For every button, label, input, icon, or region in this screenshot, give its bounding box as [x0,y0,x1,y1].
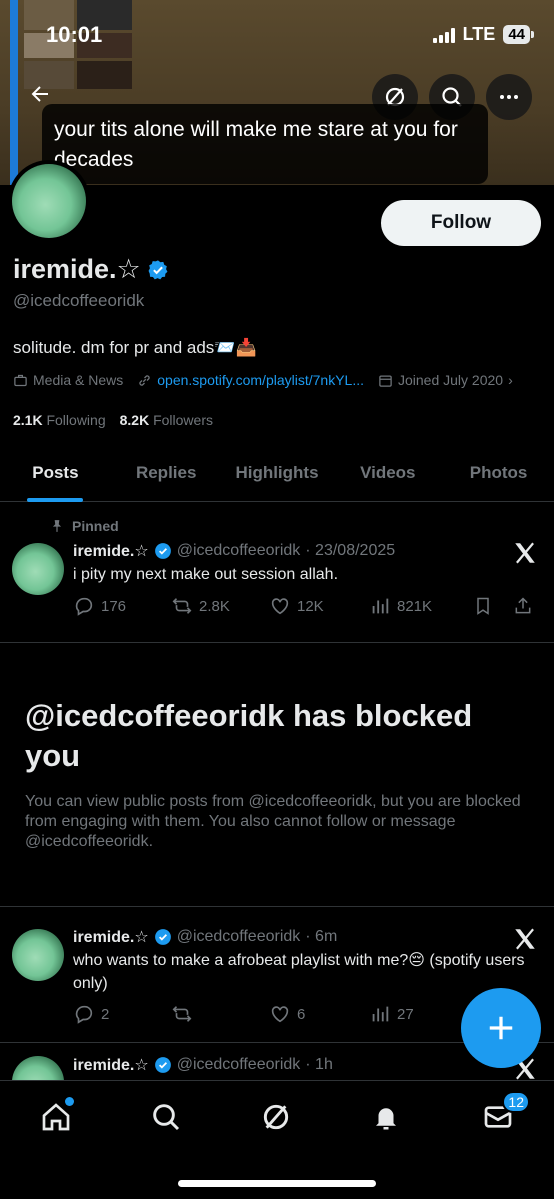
profile-bio: solitude. dm for pr and ads📨📥 [13,338,257,357]
tweet-handle: @icedcoffeeoridk [176,1056,301,1073]
bell-icon [376,1108,396,1130]
like-button[interactable]: 6 [269,1003,369,1025]
reply-button[interactable]: 176 [73,595,171,617]
tab-highlights[interactable]: Highlights [222,444,333,501]
views-button[interactable]: 821K [369,595,473,617]
like-button[interactable]: 12K [269,595,369,617]
bookmark-button[interactable] [473,596,513,616]
verified-badge-icon [154,929,171,945]
search-icon [153,1104,180,1131]
verified-badge-icon [154,543,171,559]
heart-icon [271,1006,289,1023]
status-indicators: LTE 44 [432,24,534,45]
views-icon [372,1006,389,1022]
avatar [12,164,86,238]
display-name: iremide.☆ [13,254,141,284]
repost-button[interactable]: 2.8K [171,595,269,617]
tweet-header: iremide.☆ @icedcoffeeoridk · 23/08/2025 [73,541,395,561]
tweet-actions: 176 2.8K 12K 821K [73,595,543,617]
profile-category: Media & News [13,372,123,388]
repost-icon [172,1006,192,1022]
tweet-handle: @icedcoffeeoridk [176,542,301,559]
more-icon [500,95,518,99]
tab-videos[interactable]: Videos [332,444,443,501]
tweet-pinned[interactable]: iremide.☆ @icedcoffeeoridk · 23/08/2025 … [0,503,554,643]
verified-badge-icon[interactable] [147,259,169,281]
tweet-avatar[interactable] [12,543,64,595]
notification-dot [65,1097,74,1106]
grok-icon [263,1104,289,1130]
profile-joined: Joined July 2020 › [378,372,513,388]
profile-handle: @icedcoffeeoridk [13,291,145,310]
reply-button[interactable]: 2 [73,1003,171,1025]
tweet-time: · 23/08/2025 [305,542,396,559]
tweet-author[interactable]: iremide.☆ [73,541,149,561]
nav-grok[interactable] [256,1097,296,1137]
views-button[interactable]: 27 [369,1003,473,1025]
banner-caption: your tits alone will make me stare at yo… [42,104,488,184]
tweet-time: · 6m [305,928,338,945]
follow-button[interactable]: Follow [381,200,541,246]
tweet-handle: @icedcoffeeoridk [176,928,301,945]
followers-count[interactable]: 8.2K Followers [120,412,213,428]
verified-badge-icon [154,1057,171,1073]
tweet-avatar[interactable] [12,929,64,981]
tab-replies[interactable]: Replies [111,444,222,501]
tweet-header: iremide.☆ @icedcoffeeoridk · 1h [73,1055,333,1075]
signal-icon [432,27,455,43]
following-count[interactable]: 2.1K Following [13,412,106,428]
blocked-notice: @icedcoffeeoridk has blocked you You can… [25,696,525,852]
banner-strip [10,0,18,185]
calendar-icon [379,375,392,387]
tab-photos[interactable]: Photos [443,444,554,501]
nav-notifications[interactable] [366,1097,406,1137]
repost-button[interactable] [171,1003,269,1025]
share-icon [515,597,531,614]
nav-home[interactable] [36,1097,76,1137]
blocked-title: @icedcoffeeoridk has blocked you [25,698,473,773]
chevron-right-icon[interactable]: › [508,372,513,388]
link-text[interactable]: open.spotify.com/playlist/7nkYL... [157,372,364,388]
battery-icon: 44 [503,25,534,44]
messages-badge: 12 [502,1091,530,1113]
nav-messages[interactable]: 12 [478,1091,530,1137]
reply-icon [75,1005,93,1024]
share-button[interactable] [513,596,533,616]
tweet-author[interactable]: iremide.☆ [73,1055,149,1075]
briefcase-icon [14,374,27,386]
profile-avatar[interactable] [8,160,90,242]
nav-search[interactable] [146,1097,186,1137]
plus-icon [489,1016,513,1040]
tweet-text: who wants to make a afrobeat playlist wi… [73,952,525,992]
network-label: LTE [462,24,496,44]
tweet-text: i pity my next make out session allah. [73,566,339,583]
tab-posts[interactable]: Posts [0,444,111,501]
tweet-header: iremide.☆ @icedcoffeeoridk · 6m [73,927,337,947]
reply-icon [75,597,93,616]
category-label: Media & News [33,372,124,388]
profile-tabs: Posts Replies Highlights Videos Photos [0,444,554,502]
profile-name: iremide.☆ [13,254,169,285]
heart-icon [271,598,289,615]
tweet-author[interactable]: iremide.☆ [73,927,149,947]
home-indicator [178,1180,376,1187]
follow-counts: 2.1K Following 8.2K Followers [13,412,213,428]
bookmark-icon [477,597,489,615]
more-button[interactable] [486,74,532,120]
tweet-time: · 1h [305,1056,333,1073]
back-arrow-icon [31,86,48,102]
repost-icon [172,598,192,614]
joined-label: Joined July 2020 [398,372,504,388]
blocked-message: You can view public posts from @icedcoff… [25,793,521,850]
views-icon [372,598,389,614]
profile-meta: Media & News open.spotify.com/playlist/7… [13,372,513,388]
link-icon [139,374,150,386]
status-time: 10:01 [46,22,103,47]
profile-link[interactable]: open.spotify.com/playlist/7nkYL... [137,372,364,388]
compose-button[interactable] [461,988,541,1068]
